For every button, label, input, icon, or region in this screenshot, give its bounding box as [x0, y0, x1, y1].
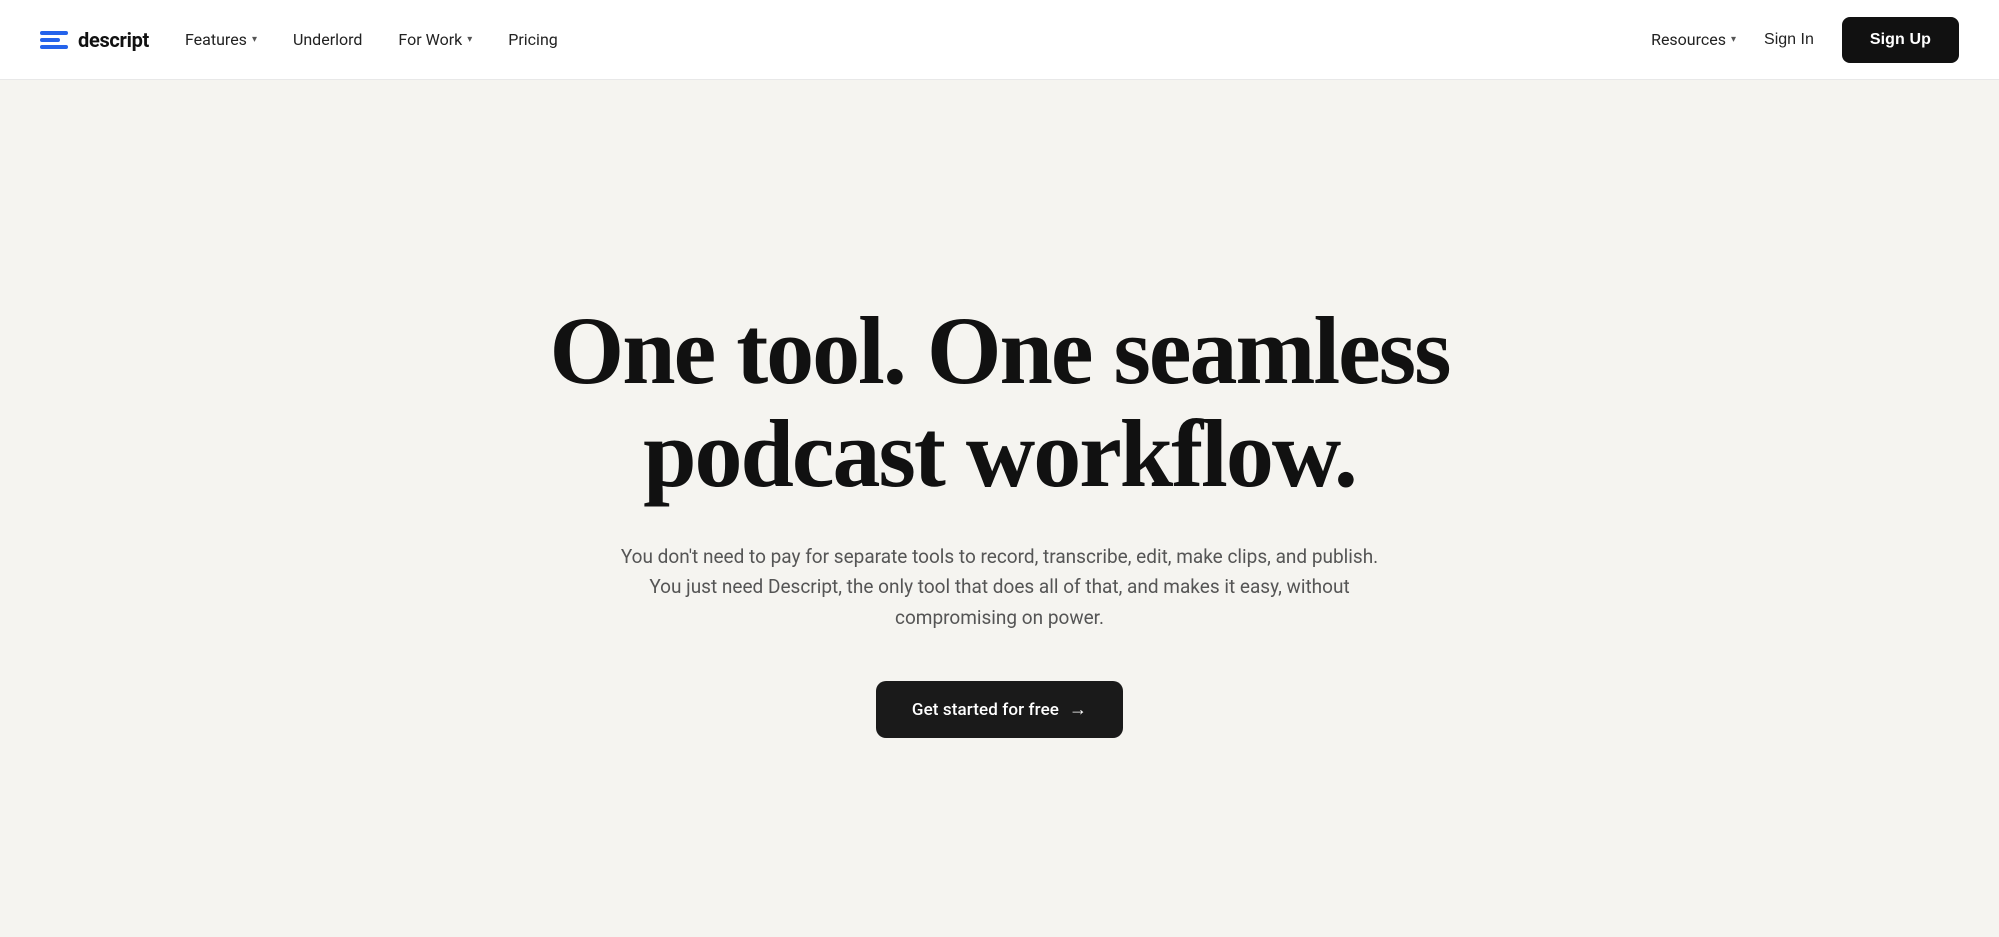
- nav-resources[interactable]: Resources ▾: [1651, 30, 1736, 49]
- chevron-down-icon: ▾: [1731, 34, 1736, 45]
- hero-subtext: You don't need to pay for separate tools…: [610, 542, 1390, 633]
- cta-label: Get started for free: [912, 700, 1059, 720]
- logo-text: descript: [78, 28, 149, 52]
- navigation: descript Features ▾ Underlord For Work ▾…: [0, 0, 1999, 80]
- nav-resources-label: Resources: [1651, 30, 1726, 49]
- logo-bar-2: [40, 38, 60, 42]
- nav-pricing[interactable]: Pricing: [508, 30, 558, 49]
- sign-in-button[interactable]: Sign In: [1764, 31, 1814, 49]
- logo-bar-3: [40, 45, 68, 49]
- nav-underlord-label: Underlord: [293, 30, 362, 49]
- logo-bar-1: [40, 31, 68, 35]
- logo[interactable]: descript: [40, 28, 149, 52]
- nav-for-work-label: For Work: [398, 30, 462, 49]
- logo-icon: [40, 31, 68, 49]
- chevron-down-icon: ▾: [252, 34, 257, 45]
- hero-section: One tool. One seamless podcast workflow.…: [0, 80, 1999, 937]
- chevron-down-icon: ▾: [467, 34, 472, 45]
- sign-up-button[interactable]: Sign Up: [1842, 17, 1959, 63]
- nav-underlord[interactable]: Underlord: [293, 30, 362, 49]
- nav-left: descript Features ▾ Underlord For Work ▾…: [40, 28, 558, 52]
- nav-right: Resources ▾ Sign In Sign Up: [1651, 17, 1959, 63]
- nav-features-label: Features: [185, 30, 247, 49]
- nav-pricing-label: Pricing: [508, 30, 558, 49]
- hero-headline: One tool. One seamless podcast workflow.: [450, 299, 1550, 506]
- arrow-icon: →: [1069, 699, 1087, 720]
- nav-for-work[interactable]: For Work ▾: [398, 30, 472, 49]
- cta-button[interactable]: Get started for free →: [876, 681, 1123, 738]
- nav-features[interactable]: Features ▾: [185, 30, 257, 49]
